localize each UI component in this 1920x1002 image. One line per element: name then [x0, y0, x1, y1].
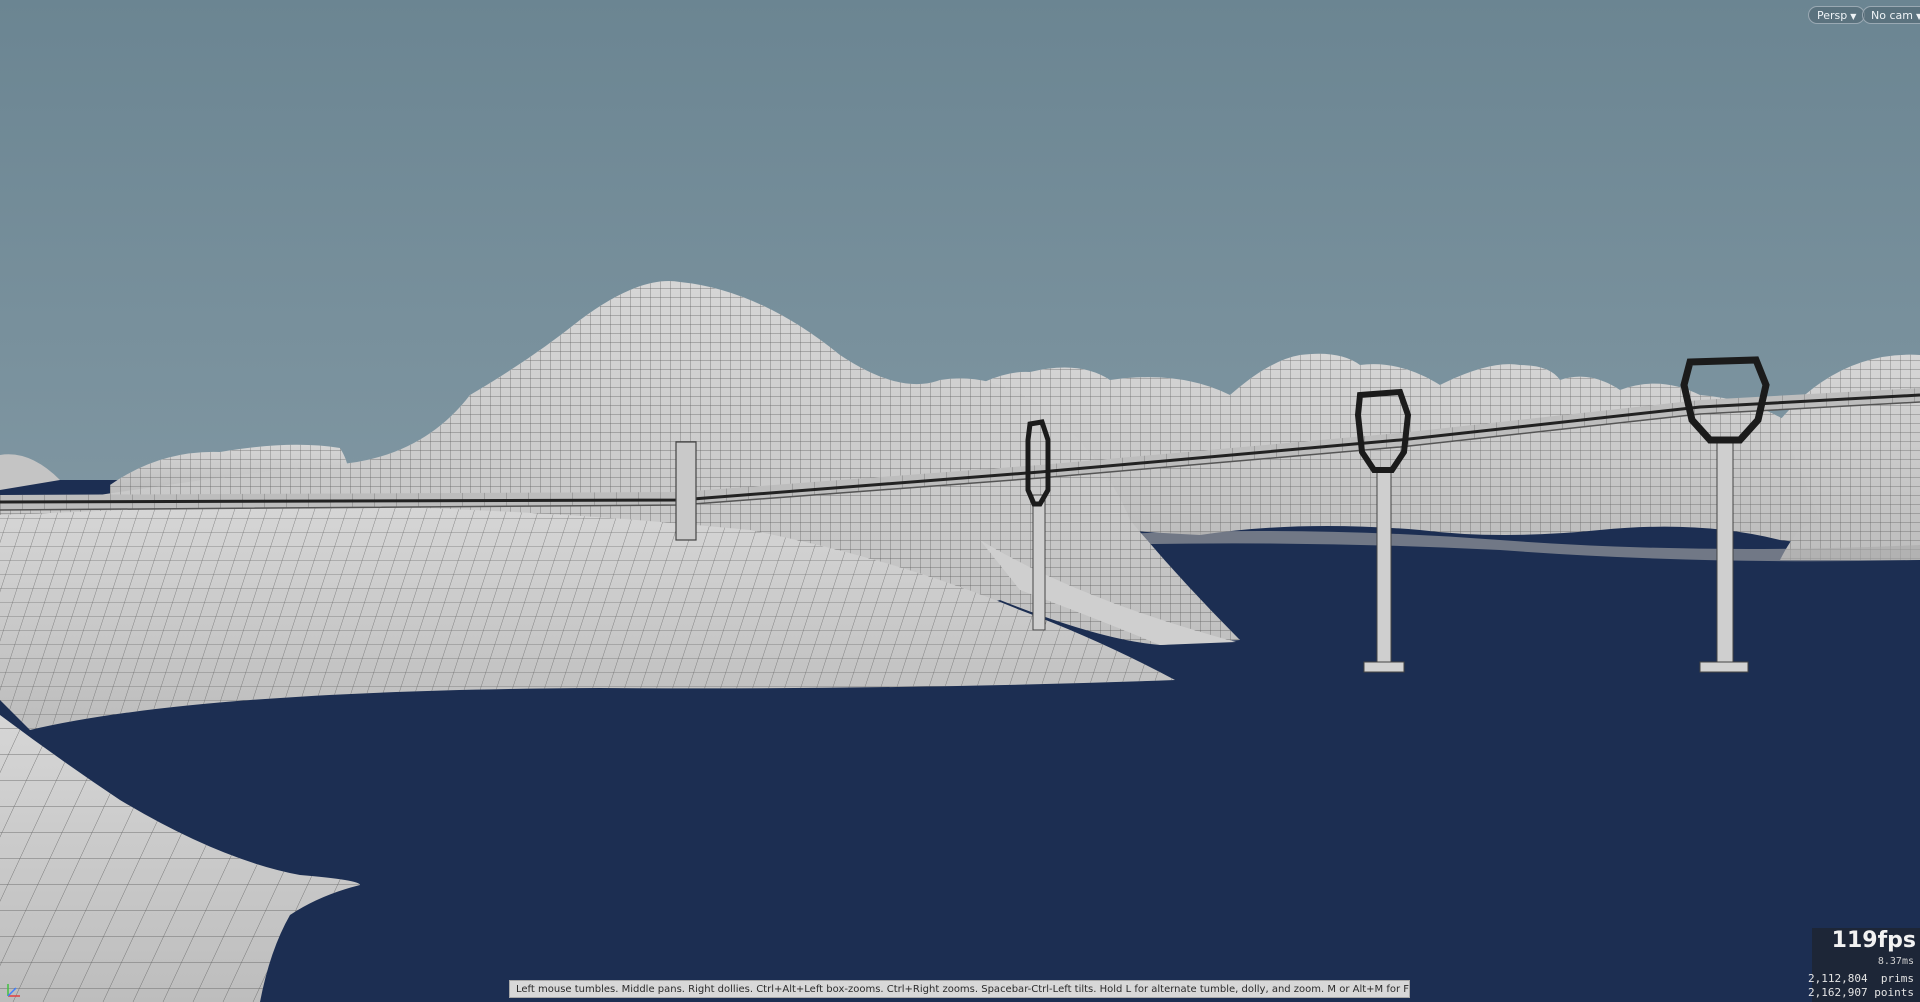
- performance-stats: 119fps 8.37ms 2,112,804 prims 2,162,907 …: [1808, 928, 1920, 1002]
- chevron-down-icon: ▼: [1850, 12, 1857, 21]
- camera-menu-label: Persp: [1817, 9, 1848, 22]
- points-count: 2,162,907 points: [1808, 986, 1914, 999]
- camera-select-label: No cam: [1871, 9, 1913, 22]
- navigation-hint-bar: Left mouse tumbles. Middle pans. Right d…: [509, 980, 1410, 998]
- fps-readout: 119fps: [1831, 928, 1916, 953]
- axis-gizmo-icon: [7, 984, 20, 997]
- 3d-viewport[interactable]: Persp ▼ No cam ▼ Left mouse tumbles. Middl…: [0, 0, 1920, 1002]
- camera-menu-button[interactable]: Persp ▼: [1808, 6, 1866, 24]
- chevron-down-icon: ▼: [1915, 12, 1920, 21]
- scene-render[interactable]: [0, 0, 1920, 1002]
- frame-time-readout: 8.37ms: [1877, 956, 1914, 967]
- prims-count: 2,112,804 prims: [1808, 972, 1914, 985]
- camera-select-button[interactable]: No cam ▼: [1862, 6, 1920, 24]
- pylon-1: [675, 441, 697, 541]
